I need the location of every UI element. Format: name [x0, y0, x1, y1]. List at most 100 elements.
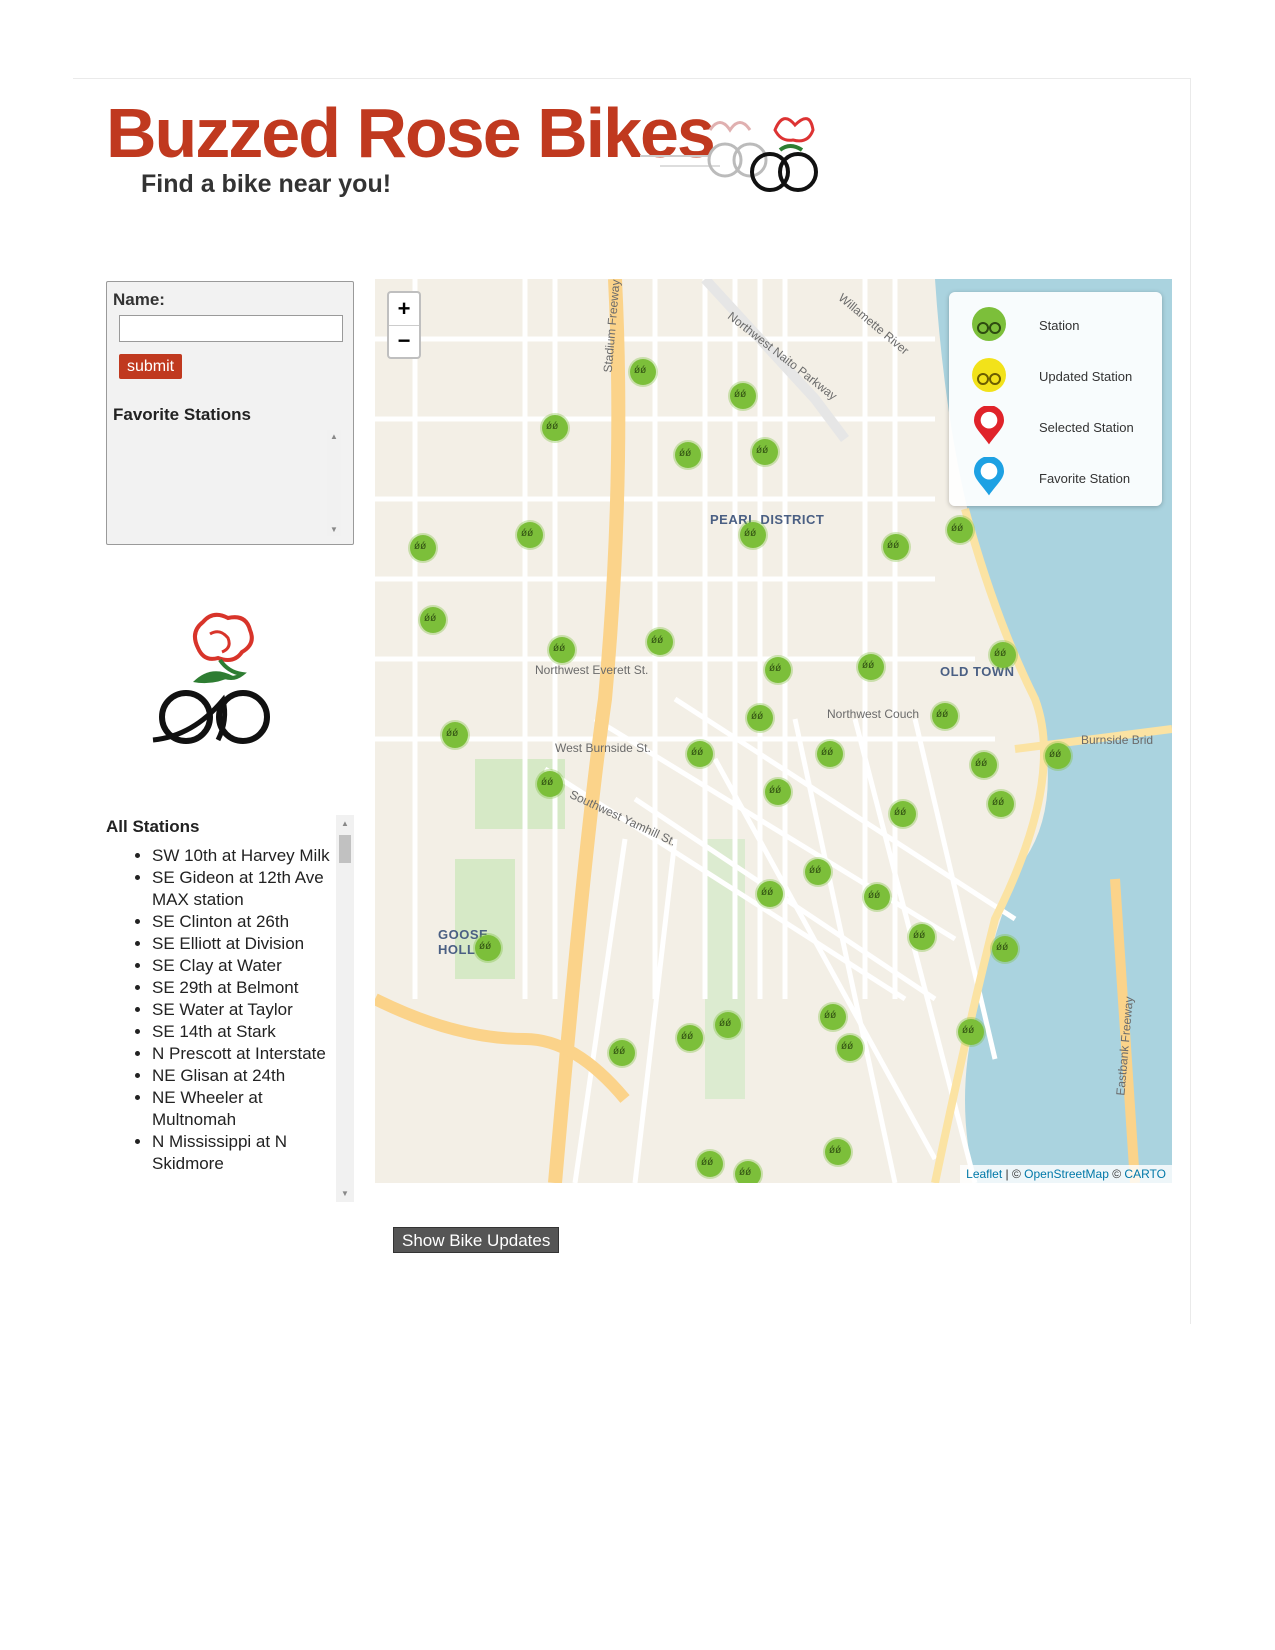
station-marker[interactable] [542, 415, 568, 441]
favorites-scrollbar[interactable]: ▲ ▼ [327, 430, 341, 536]
station-map[interactable]: PEARL DISTRICT OLD TOWN GOOSE HOLLOW Nor… [375, 279, 1172, 1183]
station-marker[interactable] [820, 1004, 846, 1030]
blue-pin-icon [974, 457, 1004, 496]
bike-rose-logo [640, 117, 818, 192]
station-marker[interactable] [971, 752, 997, 778]
station-list-item[interactable]: SE Water at Taylor [152, 999, 337, 1021]
all-stations-title: All Stations [106, 817, 200, 836]
station-list-item[interactable]: N Prescott at Interstate [152, 1043, 337, 1065]
station-list-item[interactable]: N Mississippi at N Skidmore [152, 1131, 337, 1175]
favorite-stations-list[interactable]: ▲ ▼ [119, 428, 343, 538]
station-marker[interactable] [988, 791, 1014, 817]
map-label-everett: Northwest Everett St. [535, 663, 649, 677]
legend-label-selected: Selected Station [1039, 420, 1134, 435]
station-marker[interactable] [1045, 743, 1071, 769]
openstreetmap-link[interactable]: OpenStreetMap [1024, 1167, 1109, 1181]
attribution-separator: | © [1005, 1167, 1021, 1181]
station-marker[interactable] [475, 935, 501, 961]
station-marker[interactable] [817, 741, 843, 767]
station-marker[interactable] [990, 642, 1016, 668]
map-label-couch: Northwest Couch [827, 707, 920, 721]
station-marker[interactable] [958, 1019, 984, 1045]
station-marker[interactable] [909, 924, 935, 950]
legend-item-selected: Selected Station [969, 406, 1159, 450]
zoom-out-button[interactable]: − [389, 325, 419, 357]
station-marker[interactable] [697, 1151, 723, 1177]
station-marker[interactable] [410, 535, 436, 561]
legend-label-updated: Updated Station [1039, 369, 1133, 384]
legend-item-station: Station [969, 304, 1159, 348]
name-panel: Name: submit Favorite Stations ▲ ▼ [106, 281, 354, 545]
station-marker[interactable] [677, 1025, 703, 1051]
scroll-down-arrow-icon[interactable]: ▼ [341, 1189, 349, 1198]
station-marker[interactable] [420, 607, 446, 633]
legend-item-favorite: Favorite Station [969, 457, 1159, 501]
name-label: Name: [113, 290, 165, 309]
name-input[interactable] [119, 315, 343, 342]
leaflet-link[interactable]: Leaflet [966, 1167, 1002, 1181]
red-pin-icon [974, 406, 1004, 445]
station-list-item[interactable]: SE 14th at Stark [152, 1021, 337, 1043]
submit-button[interactable]: submit [119, 354, 183, 379]
station-marker[interactable] [805, 859, 831, 885]
brand-tagline: Find a bike near you! [141, 170, 392, 198]
scroll-up-arrow-icon[interactable]: ▲ [330, 432, 338, 441]
station-list-item[interactable]: NE Wheeler at Multnomah [152, 1087, 337, 1131]
map-legend: Station Updated Station Selected Station… [949, 292, 1162, 506]
station-marker[interactable] [647, 629, 673, 655]
station-marker[interactable] [752, 439, 778, 465]
station-marker[interactable] [825, 1139, 851, 1165]
green-station-icon [972, 307, 1006, 341]
station-marker[interactable] [537, 771, 563, 797]
station-list-item[interactable]: SE 29th at Belmont [152, 977, 337, 999]
station-list-item[interactable]: SE Clay at Water [152, 955, 337, 977]
station-list-item[interactable]: SE Elliott at Division [152, 933, 337, 955]
station-marker[interactable] [730, 383, 756, 409]
station-marker[interactable] [890, 801, 916, 827]
station-marker[interactable] [932, 703, 958, 729]
attribution-copyright: © [1112, 1167, 1122, 1181]
station-marker[interactable] [837, 1035, 863, 1061]
station-marker[interactable] [747, 705, 773, 731]
station-marker[interactable] [765, 779, 791, 805]
favorite-stations-title: Favorite Stations [113, 405, 251, 424]
scroll-down-arrow-icon[interactable]: ▼ [330, 525, 338, 534]
zoom-in-button[interactable]: + [389, 293, 419, 326]
station-marker[interactable] [735, 1161, 761, 1183]
station-list-item[interactable]: NE Glisan at 24th [152, 1065, 337, 1087]
station-marker[interactable] [687, 741, 713, 767]
station-marker[interactable] [549, 637, 575, 663]
station-marker[interactable] [715, 1012, 741, 1038]
station-marker[interactable] [740, 522, 766, 548]
station-marker[interactable] [858, 654, 884, 680]
brand-title: Buzzed Rose Bikes [106, 94, 716, 172]
station-marker[interactable] [517, 522, 543, 548]
station-marker[interactable] [630, 359, 656, 385]
legend-item-updated: Updated Station [969, 355, 1159, 399]
station-marker[interactable] [442, 722, 468, 748]
station-marker[interactable] [757, 881, 783, 907]
show-bike-updates-button[interactable]: Show Bike Updates [393, 1227, 560, 1253]
station-marker[interactable] [765, 657, 791, 683]
scroll-up-arrow-icon[interactable]: ▲ [341, 819, 349, 828]
zoom-control: + − [387, 291, 421, 359]
map-label-burnside-bridge: Burnside Brid [1081, 733, 1154, 747]
map-label-burnside: West Burnside St. [555, 741, 651, 755]
station-marker[interactable] [864, 884, 890, 910]
all-stations-list[interactable]: SW 10th at Harvey MilkSE Gideon at 12th … [106, 845, 356, 1202]
station-list-item[interactable]: SE Gideon at 12th Ave MAX station [152, 867, 337, 911]
carto-link[interactable]: CARTO [1124, 1167, 1166, 1181]
station-marker[interactable] [675, 442, 701, 468]
station-marker[interactable] [609, 1040, 635, 1066]
station-marker[interactable] [992, 936, 1018, 962]
legend-label-station: Station [1039, 318, 1080, 333]
scroll-thumb[interactable] [339, 835, 351, 863]
station-marker[interactable] [947, 517, 973, 543]
rose-bike-logo [152, 612, 270, 744]
station-list-item[interactable]: SE Clinton at 26th [152, 911, 337, 933]
map-label-pearl-district: PEARL DISTRICT [710, 512, 825, 527]
legend-label-favorite: Favorite Station [1039, 471, 1131, 486]
all-stations-scrollbar[interactable]: ▲ ▼ [336, 815, 354, 1202]
station-marker[interactable] [883, 534, 909, 560]
station-list-item[interactable]: SW 10th at Harvey Milk [152, 845, 337, 867]
